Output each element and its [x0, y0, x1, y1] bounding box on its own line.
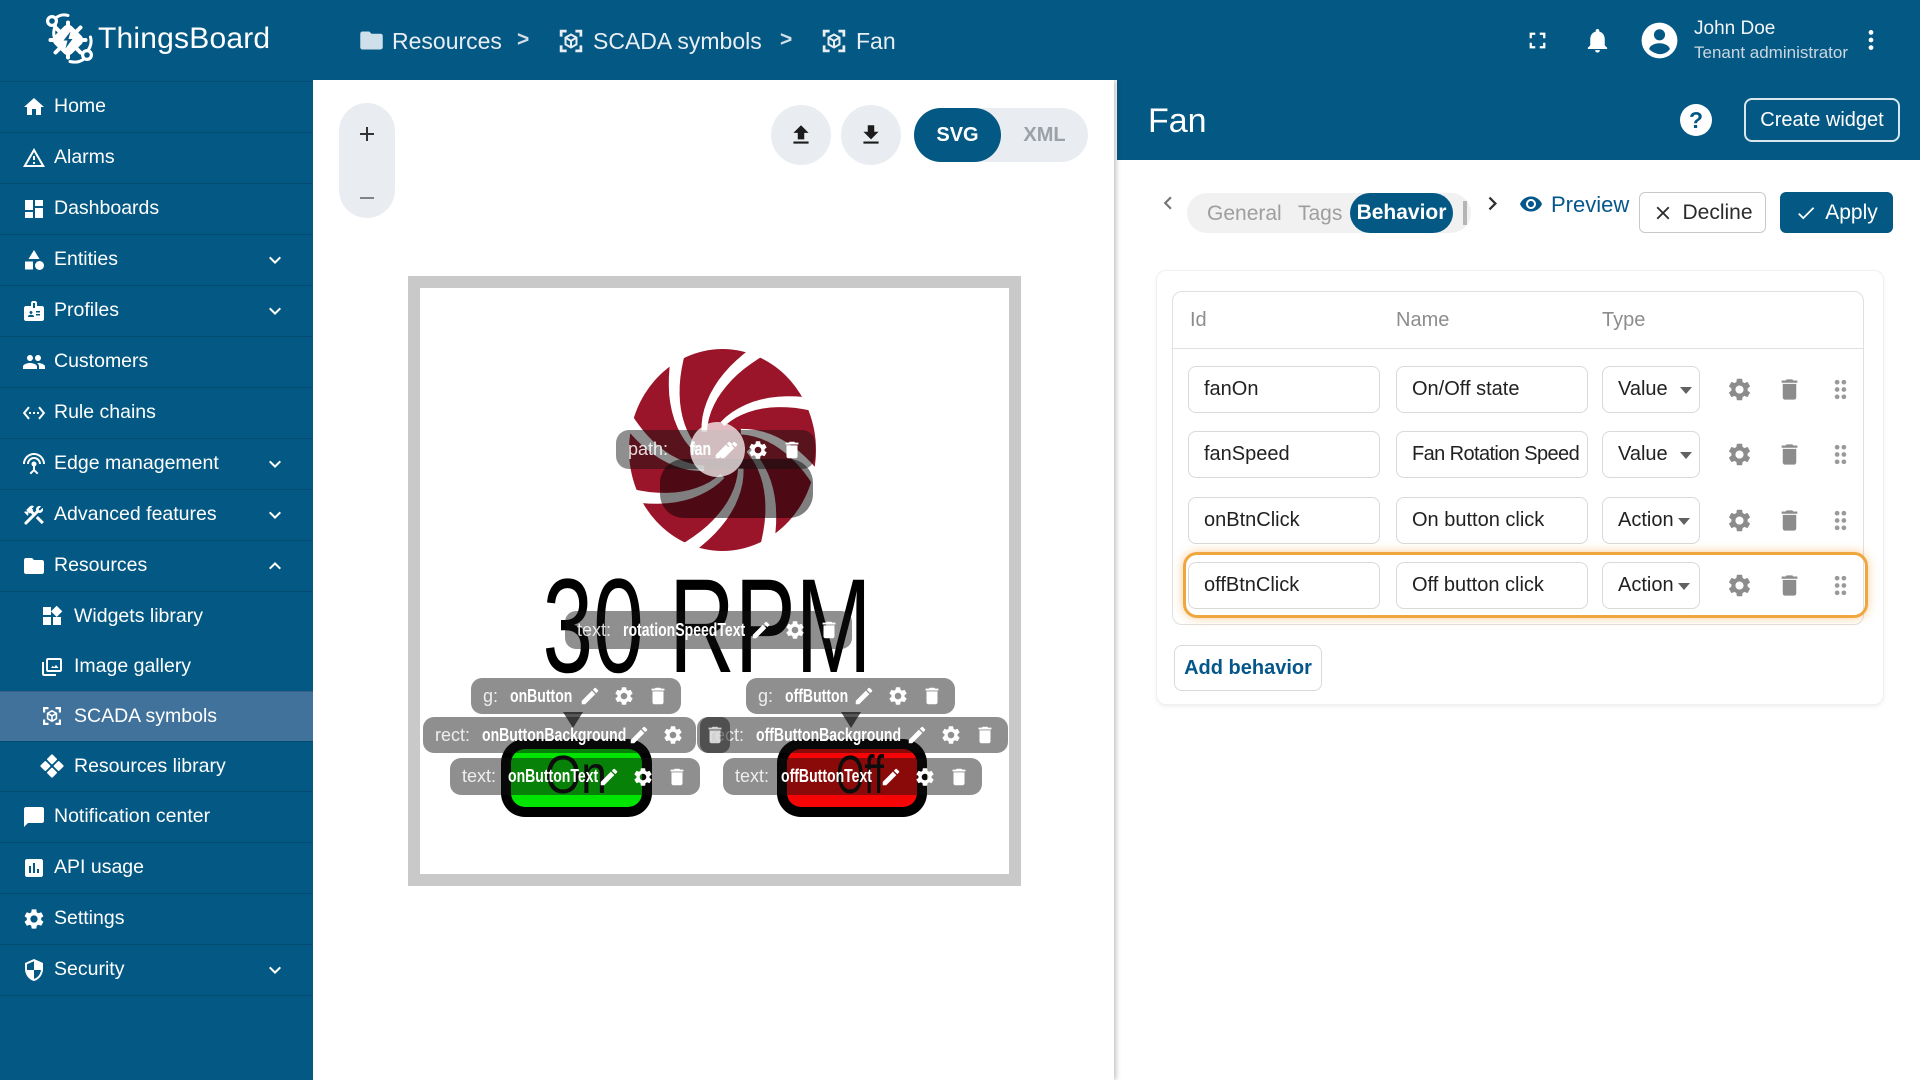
svg-text:?: ?: [1689, 107, 1703, 133]
